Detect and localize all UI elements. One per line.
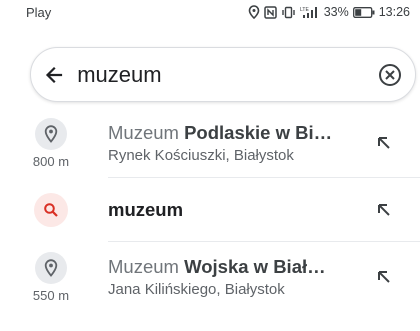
search-badge xyxy=(34,193,68,227)
signal-icon: LTE xyxy=(300,6,317,18)
location-status-icon xyxy=(248,5,259,19)
suggestion-list: 800 m Muzeum Podlaskie w Bi… Rynek Kości… xyxy=(0,108,420,312)
title-rest: Podlaskie w Bi… xyxy=(184,122,333,143)
clear-search-button[interactable] xyxy=(365,47,415,102)
suggestion-place-row[interactable]: 800 m Muzeum Podlaskie w Bi… Rynek Kości… xyxy=(0,108,420,178)
arrow-up-left-icon xyxy=(378,204,390,216)
suggestion-leading: 550 m xyxy=(26,242,76,312)
nfc-icon xyxy=(263,5,277,19)
clear-icon xyxy=(379,63,402,86)
suggestion-text: Muzeum Podlaskie w Bi… Rynek Kościuszki,… xyxy=(108,108,360,178)
place-pin-badge xyxy=(35,251,67,284)
fill-query-button[interactable] xyxy=(370,129,398,157)
vibrate-icon xyxy=(281,6,295,18)
suggestion-text: Muzeum Wojska w Biał… Jana Kilińskiego, … xyxy=(108,242,360,312)
suggestion-address: Jana Kilińskiego, Białystok xyxy=(108,281,285,298)
title-match: Muzeum xyxy=(108,256,179,277)
search-icon xyxy=(44,203,58,217)
suggestion-text: muzeum xyxy=(108,178,360,242)
search-bar[interactable] xyxy=(30,47,416,102)
suggestion-address: Rynek Kościuszki, Białystok xyxy=(108,147,294,164)
clock: 13:26 xyxy=(378,5,410,19)
fill-query-button[interactable] xyxy=(370,196,398,224)
arrow-up-left-icon xyxy=(378,137,390,149)
back-button[interactable] xyxy=(31,47,77,102)
fill-query-button[interactable] xyxy=(370,263,398,291)
distance-label: 550 m xyxy=(32,287,70,303)
arrow-up-left-icon xyxy=(378,271,390,283)
suggestion-leading: 800 m xyxy=(26,108,76,178)
suggestion-title: Muzeum Wojska w Biał… xyxy=(108,256,360,278)
carrier-label: Play xyxy=(26,4,52,20)
status-bar: Play LTE 33% 13:26 xyxy=(0,0,420,24)
place-pin-badge xyxy=(35,117,67,150)
suggestion-query-row[interactable]: muzeum xyxy=(0,178,420,242)
search-input[interactable] xyxy=(77,54,366,95)
place-pin-icon xyxy=(44,258,58,277)
battery-icon xyxy=(352,6,375,18)
battery-percent: 33% xyxy=(323,5,349,19)
back-arrow-icon xyxy=(46,66,63,83)
place-pin-icon xyxy=(44,124,58,143)
suggestion-place-row[interactable]: 550 m Muzeum Wojska w Biał… Jana Kilińsk… xyxy=(0,242,420,312)
distance-label: 800 m xyxy=(32,153,70,169)
svg-text:LTE: LTE xyxy=(300,7,309,13)
title-rest: Wojska w Biał… xyxy=(184,256,326,277)
suggestion-query: muzeum xyxy=(108,199,184,220)
suggestion-leading xyxy=(26,178,76,242)
suggestion-title: Muzeum Podlaskie w Bi… xyxy=(108,122,360,144)
status-icons: LTE 33% 13:26 xyxy=(248,5,410,19)
title-match: Muzeum xyxy=(108,122,179,143)
